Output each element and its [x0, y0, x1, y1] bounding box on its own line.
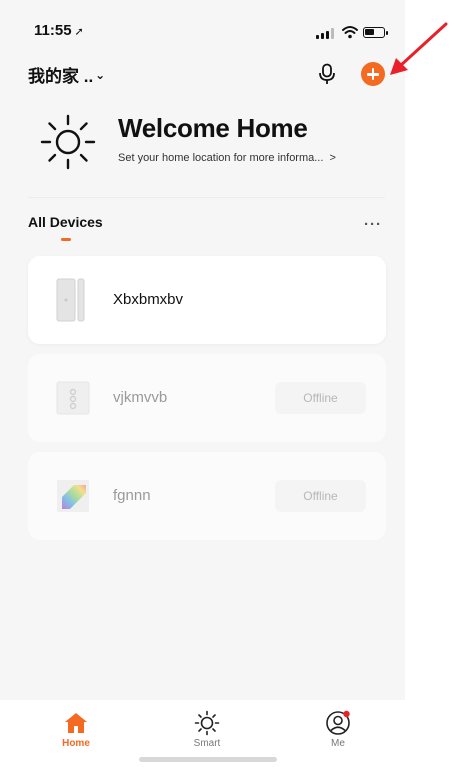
tab-all-devices[interactable]: All Devices [28, 214, 103, 230]
home-icon [65, 713, 87, 733]
status-time: 11:55 ➚ [34, 22, 84, 39]
annotation-arrow-icon [390, 22, 448, 75]
home-name: 我的家 .. [28, 67, 94, 86]
status-bar: 11:55 ➚ [0, 0, 405, 50]
device-name: vjkmvvb [113, 389, 168, 406]
device-name: Xbxbmxbv [113, 291, 184, 308]
smart-plug-icon [56, 381, 90, 415]
location-arrow-icon: ➚ [74, 26, 84, 38]
chevron-right-icon: > [329, 152, 336, 164]
active-tab-indicator [61, 238, 71, 241]
door-sensor-icon [56, 278, 85, 322]
signal-icon [316, 28, 334, 39]
home-selector[interactable]: 我的家 .. ⌄ [28, 62, 105, 87]
home-indicator [139, 757, 277, 762]
tab-smart[interactable]: Smart [167, 708, 247, 760]
tab-me[interactable]: Me [298, 708, 378, 760]
welcome-subtitle: Set your home location for more informa.… [118, 152, 324, 164]
user-icon [326, 710, 350, 735]
wifi-icon [342, 26, 358, 39]
status-badge: Offline [275, 480, 366, 512]
tab-label: Smart [193, 738, 221, 749]
microphone-icon[interactable] [317, 63, 337, 85]
welcome-title: Welcome Home [118, 113, 308, 143]
sun-icon [194, 710, 220, 736]
divider [28, 197, 385, 198]
phone-screen: 11:55 ➚ 我的家 .. ⌄ Welcome Home Set your h… [0, 0, 405, 767]
sun-icon [40, 114, 96, 170]
device-card[interactable]: fgnnn Offline [28, 452, 386, 540]
device-name: fgnnn [113, 487, 151, 504]
tab-label: Home [62, 738, 90, 749]
device-card[interactable]: vjkmvvb Offline [28, 354, 386, 442]
tab-label: Me [331, 738, 345, 749]
more-options-icon[interactable]: ··· [364, 216, 382, 233]
set-location-link[interactable]: Set your home location for more informa.… [118, 152, 336, 164]
light-strip-icon [57, 480, 89, 512]
tab-home[interactable]: Home [36, 708, 116, 760]
device-card[interactable]: Xbxbmxbv [28, 256, 386, 344]
status-badge: Offline [275, 382, 366, 414]
chevron-down-icon: ⌄ [95, 68, 106, 82]
